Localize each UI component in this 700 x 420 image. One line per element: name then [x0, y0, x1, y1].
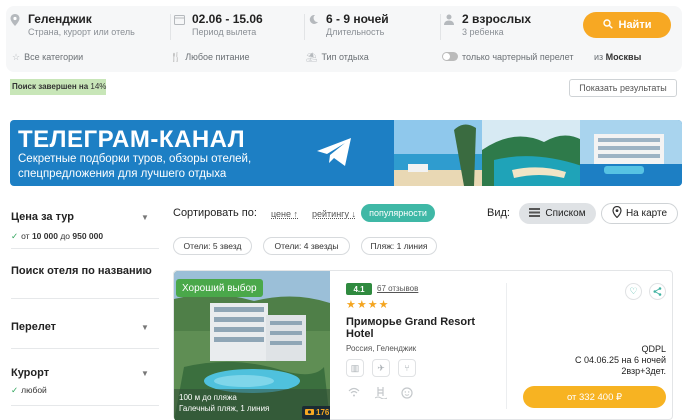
chip-beach-1-line[interactable]: Пляж: 1 линия: [361, 237, 437, 255]
price-button[interactable]: от 332 400 ₽: [523, 386, 666, 408]
banner-title: ТЕЛЕГРАМ-КАНАЛ: [18, 126, 246, 153]
search-icon: [602, 18, 613, 32]
dates-field[interactable]: 02.06 - 15.06 Период вылета: [172, 12, 302, 42]
star-outline-icon: ☆: [12, 52, 21, 62]
sort-label: Сортировать по:: [173, 207, 257, 219]
view-label: Вид:: [487, 207, 510, 219]
banner-photos: [394, 120, 682, 186]
destination-field[interactable]: Геленджик Страна, курорт или отель: [8, 12, 168, 42]
chip-4-stars[interactable]: Отели: 4 звезды: [263, 237, 350, 255]
hotel-photo[interactable]: Хороший выбор 100 м до пляжа Галечный пл…: [174, 271, 330, 420]
filter-resort-title[interactable]: Курорт: [11, 367, 49, 379]
calendar-icon: [174, 14, 185, 28]
chevron-down-icon[interactable]: ▼: [141, 323, 149, 332]
check-icon: ✓: [11, 231, 19, 241]
good-choice-badge: Хороший выбор: [176, 279, 263, 297]
view-list-button[interactable]: Списком: [519, 203, 596, 224]
tour-guests: 2взр+3дет.: [621, 366, 666, 376]
fork-knife-icon: ⑂: [398, 359, 416, 377]
find-button[interactable]: Найти: [583, 12, 671, 38]
divider: [11, 298, 159, 299]
reviews-link[interactable]: 67 отзывов: [377, 284, 418, 293]
tour-dates: С 04.06.25 на 6 ночей: [574, 355, 666, 365]
beach-umbrella-icon: ⛱: [306, 52, 318, 62]
beach-distance: 100 м до пляжа: [179, 393, 237, 402]
price-range: ✓ от 10 000 до 950 000: [11, 231, 104, 241]
filter-price-title[interactable]: Цена за тур: [11, 211, 74, 223]
chevron-down-icon[interactable]: ▼: [141, 267, 149, 276]
filter-rest-type[interactable]: ⛱ Тип отдыха: [306, 52, 369, 63]
filter-categories[interactable]: ☆ Все категории: [12, 52, 83, 63]
banner-subtitle: Секретные подборки туров, обзоры отелей,…: [18, 153, 252, 180]
location-pin-icon: [10, 14, 20, 29]
filter-flight-title[interactable]: Перелет: [11, 321, 56, 333]
user-icon: [444, 14, 454, 28]
search-panel: Геленджик Страна, курорт или отель 02.06…: [6, 6, 682, 72]
check-icon: ✓: [11, 385, 19, 395]
telegram-banner[interactable]: ТЕЛЕГРАМ-КАНАЛ Секретные подборки туров,…: [10, 120, 682, 186]
hotel-card[interactable]: Хороший выбор 100 м до пляжа Галечный пл…: [173, 270, 673, 420]
divider: [11, 405, 159, 406]
divider: [11, 248, 159, 249]
guests-field[interactable]: 2 взрослых 3 ребенка: [442, 12, 572, 42]
sort-by-price[interactable]: цене ↑: [271, 209, 298, 219]
chevron-down-icon[interactable]: ▼: [141, 369, 149, 378]
divider: [506, 283, 507, 409]
favorite-heart-icon[interactable]: ♡: [625, 283, 642, 300]
building-icon: ▥: [346, 359, 364, 377]
hotel-stars: ★★★★: [346, 299, 390, 311]
sort-by-popularity[interactable]: популярности: [361, 204, 435, 222]
rating-badge: 4.1: [346, 283, 372, 295]
map-pin-icon: [612, 205, 622, 221]
chip-5-stars[interactable]: Отели: 5 звезд: [173, 237, 252, 255]
fork-knife-icon: 🍴: [170, 52, 182, 62]
charter-toggle[interactable]: только чартерный перелет: [442, 52, 574, 62]
share-icon[interactable]: [649, 283, 666, 300]
show-results-button[interactable]: Показать результаты: [569, 79, 677, 97]
search-progress-text: Поиск завершен на 14%: [12, 82, 107, 91]
filter-meals[interactable]: 🍴 Любое питание: [170, 52, 249, 63]
nights-field[interactable]: 6 - 9 ночей Длительность: [306, 12, 436, 42]
pool-icon: [374, 387, 388, 402]
camera-icon: [305, 408, 314, 417]
chevron-down-icon[interactable]: ▼: [141, 213, 149, 222]
wifi-icon: [348, 387, 360, 400]
filter-hotel-search-title[interactable]: Поиск отеля по названию: [11, 265, 152, 278]
plane-icon: ✈: [372, 359, 390, 377]
sort-by-rating[interactable]: рейтингу ↓: [312, 209, 356, 219]
moon-icon: [308, 14, 319, 28]
tour-operator: QDPL: [641, 344, 666, 354]
list-icon: [529, 207, 541, 220]
divider: [11, 348, 159, 349]
telegram-icon: [317, 138, 351, 166]
hotel-name[interactable]: Приморье Grand Resort Hotel: [346, 316, 476, 340]
kids-icon: [401, 387, 413, 402]
photo-count[interactable]: 176: [302, 406, 330, 419]
hotel-location: Россия, Геленджик: [346, 344, 417, 353]
view-map-button[interactable]: На карте: [601, 203, 678, 224]
departure-city[interactable]: из Москвы: [594, 52, 641, 62]
beach-type: Галечный пляж, 1 линия: [179, 404, 270, 413]
resort-value: ✓ любой: [11, 385, 47, 395]
toggle-switch[interactable]: [442, 52, 458, 61]
